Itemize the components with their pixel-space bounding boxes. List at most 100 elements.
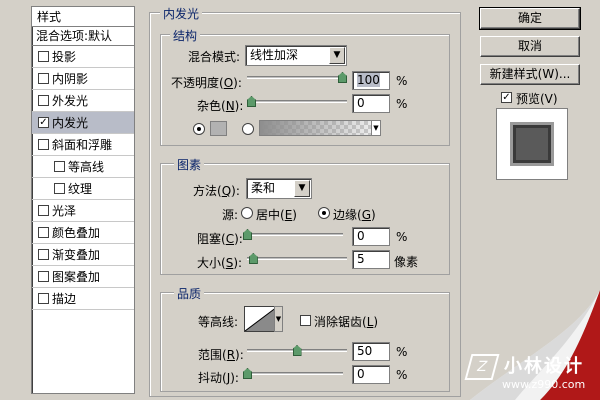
style-item-checkbox[interactable]	[38, 73, 49, 84]
ok-button[interactable]: 确定	[479, 7, 581, 30]
choke-input[interactable]: 0	[352, 227, 390, 246]
chevron-down-icon: ▼	[329, 47, 345, 64]
blend-mode-select[interactable]: 线性加深 ▼	[245, 45, 347, 66]
chevron-down-icon: ▼	[294, 180, 310, 197]
style-item-label: 等高线	[68, 159, 105, 174]
source-center-label: 居中(E)	[256, 208, 297, 222]
style-item-label: 渐变叠加	[52, 247, 101, 262]
noise-percent: %	[396, 97, 408, 111]
new-style-button[interactable]: 新建样式(W)...	[480, 64, 580, 85]
preview-swatch	[513, 125, 551, 163]
chevron-down-icon[interactable]: ▼	[371, 120, 381, 136]
structure-title: 结构	[170, 27, 201, 44]
style-item-label: 颜色叠加	[52, 225, 101, 240]
glow-gradient-picker[interactable]: ▼	[259, 120, 381, 136]
style-item[interactable]: 描边	[32, 288, 134, 310]
size-input[interactable]: 5	[352, 250, 390, 269]
style-item-checkbox[interactable]	[38, 271, 49, 282]
size-slider-thumb[interactable]	[248, 253, 258, 264]
style-preview	[496, 108, 568, 180]
source-edge-radio[interactable]	[318, 207, 330, 219]
contour-picker[interactable]	[244, 306, 278, 332]
source-edge-label: 边缘(G)	[333, 208, 376, 222]
jitter-slider[interactable]	[243, 368, 343, 380]
style-item-label: 光泽	[52, 203, 77, 218]
cancel-button[interactable]: 取消	[480, 36, 580, 57]
style-item[interactable]: 渐变叠加	[32, 244, 134, 266]
style-item[interactable]: 颜色叠加	[32, 222, 134, 244]
style-item-checkbox[interactable]	[54, 161, 65, 172]
chevron-down-icon[interactable]: ▼	[274, 306, 283, 332]
style-item-label: 内发光	[52, 115, 89, 130]
blend-mode-label: 混合模式:	[188, 50, 241, 64]
style-item-label: 斜面和浮雕	[52, 137, 113, 152]
choke-slider-thumb[interactable]	[243, 229, 252, 240]
style-item-checkbox[interactable]	[38, 139, 49, 150]
watermark-brand: 小林设计	[504, 356, 584, 377]
range-label: 范围(R):	[198, 348, 244, 362]
style-item-checkbox[interactable]	[38, 293, 49, 304]
noise-input[interactable]: 0	[352, 94, 390, 113]
jitter-label: 抖动(J):	[198, 371, 239, 385]
choke-slider[interactable]	[243, 229, 343, 241]
choke-percent: %	[396, 230, 408, 244]
style-item[interactable]: 光泽	[32, 200, 134, 222]
opacity-input[interactable]: 100	[352, 71, 390, 90]
size-label: 大小(S):	[197, 256, 243, 270]
style-item-label: 外发光	[52, 93, 89, 108]
contour-curve-icon	[244, 306, 278, 332]
source-label: 源:	[222, 208, 239, 222]
range-percent: %	[396, 345, 408, 359]
size-unit: 像素	[394, 255, 419, 269]
quality-title: 品质	[174, 285, 205, 302]
style-item-checkbox[interactable]	[38, 227, 49, 238]
style-item-checkbox[interactable]	[54, 183, 65, 194]
style-item-checkbox[interactable]	[38, 205, 49, 216]
opacity-slider-thumb[interactable]	[338, 72, 347, 83]
style-item-checkbox[interactable]	[38, 95, 49, 106]
style-item[interactable]: 外发光	[32, 90, 134, 112]
style-item[interactable]: ✓ 内发光	[32, 112, 134, 134]
jitter-slider-thumb[interactable]	[243, 368, 252, 379]
style-item[interactable]: 图案叠加	[32, 266, 134, 288]
glow-color-swatch[interactable]	[210, 121, 227, 136]
noise-slider-thumb[interactable]	[247, 96, 256, 107]
noise-slider[interactable]	[247, 96, 347, 108]
style-item[interactable]: 投影	[32, 46, 134, 68]
opacity-percent: %	[396, 74, 408, 88]
style-item-checkbox[interactable]: ✓	[38, 117, 49, 128]
method-select[interactable]: 柔和 ▼	[246, 178, 312, 199]
range-slider-thumb[interactable]	[292, 345, 302, 356]
style-item[interactable]: 斜面和浮雕	[32, 134, 134, 156]
gradient-radio[interactable]	[242, 123, 254, 135]
style-item-label: 纹理	[68, 181, 93, 196]
range-slider[interactable]	[247, 345, 347, 357]
style-item[interactable]: 纹理	[32, 178, 134, 200]
method-value: 柔和	[251, 181, 276, 195]
noise-label: 杂色(N):	[197, 99, 244, 113]
style-list: 样式 混合选项:默认 投影 内阴影 外发光 ✓ 内发光 斜面和浮雕 等高线 纹理 光泽 颜色叠加渐…	[31, 6, 135, 394]
style-item-checkbox[interactable]	[38, 51, 49, 62]
antialias-checkbox[interactable]	[300, 315, 311, 326]
style-item-label: 图案叠加	[52, 269, 101, 284]
solid-color-radio[interactable]	[193, 123, 205, 135]
watermark-logo: Z	[464, 354, 500, 380]
style-item-label: 内阴影	[52, 71, 89, 86]
source-center-radio[interactable]	[241, 207, 253, 219]
style-item[interactable]: 等高线	[32, 156, 134, 178]
blend-mode-value: 线性加深	[250, 48, 299, 62]
contour-label: 等高线:	[198, 315, 239, 329]
style-item[interactable]: 内阴影	[32, 68, 134, 90]
preview-checkbox[interactable]: ✓	[501, 92, 512, 103]
blend-options-item[interactable]: 混合选项:默认	[32, 27, 134, 46]
style-item-checkbox[interactable]	[38, 249, 49, 260]
range-input[interactable]: 50	[352, 342, 390, 361]
inner-glow-title: 内发光	[160, 5, 203, 22]
opacity-slider[interactable]	[247, 72, 347, 84]
size-slider[interactable]	[247, 253, 347, 265]
method-label: 方法(Q):	[193, 184, 240, 198]
style-item-label: 投影	[52, 49, 77, 64]
preview-label: 预览(V)	[516, 92, 558, 106]
jitter-input[interactable]: 0	[352, 365, 390, 384]
jitter-percent: %	[396, 368, 408, 382]
